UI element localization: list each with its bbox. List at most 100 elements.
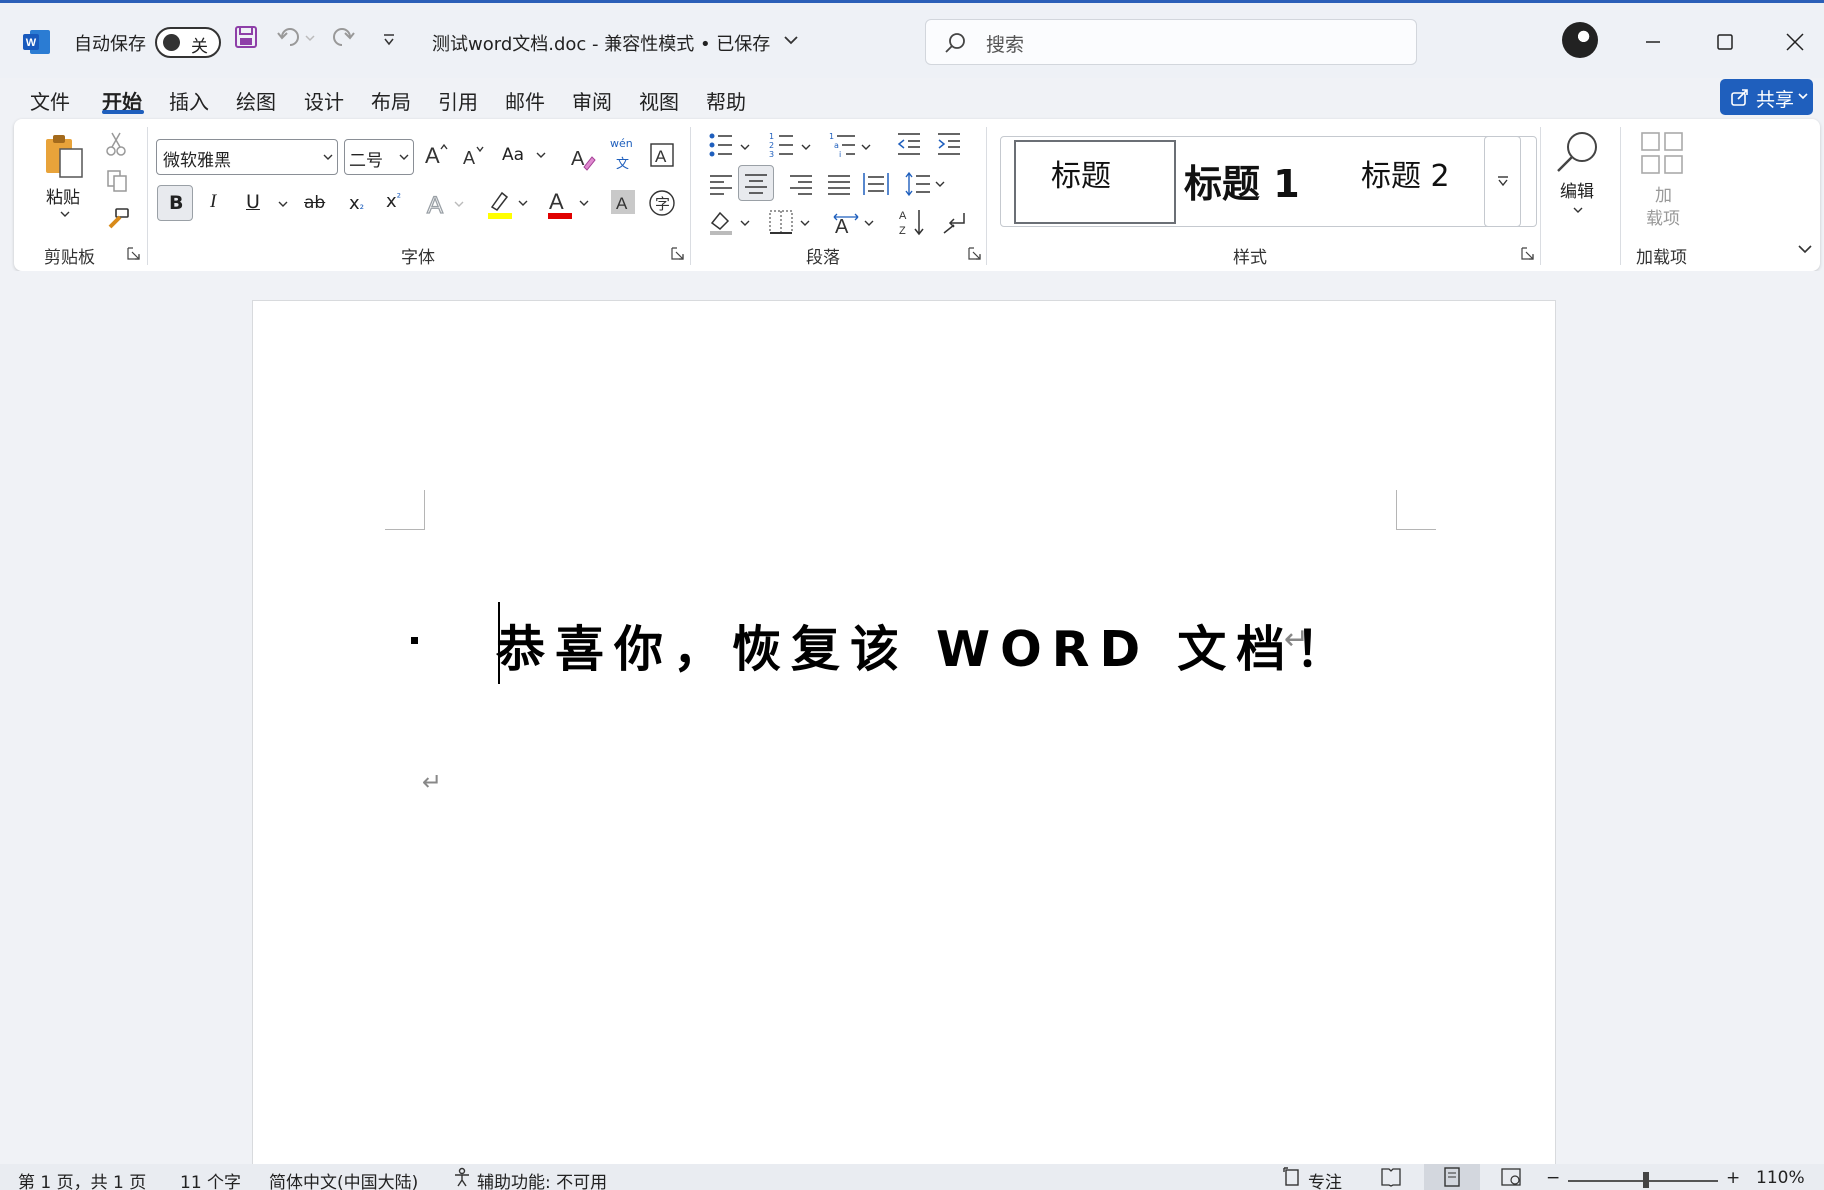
sort-icon[interactable]: AZ (898, 207, 928, 237)
font-size-value: 二号 (349, 151, 383, 171)
change-case-label[interactable]: Aa (502, 145, 524, 165)
tab-mailings[interactable]: 邮件 (505, 86, 545, 115)
dialog-launcher-icon[interactable] (671, 247, 684, 260)
chevron-down-icon[interactable] (1573, 207, 1583, 214)
tab-references[interactable]: 引用 (438, 86, 478, 115)
paste-label[interactable]: 粘贴 (46, 183, 80, 208)
line-spacing-icon[interactable] (904, 171, 948, 197)
bullets-icon[interactable] (708, 131, 754, 159)
addins-label-2[interactable]: 载项 (1646, 204, 1680, 229)
increase-indent-icon[interactable] (936, 131, 962, 157)
style-heading-2[interactable]: 标题 2 (1361, 151, 1450, 195)
addins-label-1[interactable]: 加 (1655, 181, 1672, 206)
font-color-icon[interactable]: A (547, 187, 591, 221)
paste-icon[interactable] (42, 131, 86, 181)
tab-view[interactable]: 视图 (639, 86, 679, 115)
dialog-launcher-icon[interactable] (968, 247, 981, 260)
shading-icon[interactable] (708, 209, 754, 237)
svg-text:字: 字 (655, 195, 670, 213)
search-input[interactable]: 搜索 (925, 19, 1417, 65)
chevron-down-icon[interactable] (60, 211, 70, 218)
decrease-indent-icon[interactable] (896, 131, 922, 157)
align-center-button[interactable] (738, 165, 774, 201)
highlight-color-icon[interactable] (486, 187, 530, 221)
character-border-icon[interactable]: A (650, 143, 674, 167)
tab-insert[interactable]: 插入 (169, 86, 209, 115)
align-right-icon[interactable] (788, 171, 814, 197)
page-count[interactable]: 第 1 页，共 1 页 (18, 1168, 146, 1190)
character-shading-icon[interactable]: A (610, 189, 636, 215)
focus-mode[interactable]: 专注 (1308, 1168, 1342, 1190)
distributed-icon[interactable] (862, 171, 890, 197)
share-button[interactable]: 共享 (1720, 79, 1813, 115)
cut-icon[interactable] (106, 131, 126, 157)
web-layout-icon[interactable] (1500, 1167, 1522, 1187)
styles-more-button[interactable] (1484, 136, 1521, 227)
copy-icon[interactable] (106, 169, 128, 193)
asian-layout-icon[interactable]: A (832, 209, 878, 237)
document-heading[interactable]: 恭喜你，恢复该 WORD 文档！ (496, 610, 1354, 681)
redo-icon[interactable] (332, 25, 358, 51)
autosave-toggle[interactable]: 关 (155, 27, 221, 58)
undo-icon[interactable] (276, 25, 316, 51)
numbering-icon[interactable]: 123 (769, 131, 815, 159)
customize-toolbar-icon[interactable] (382, 33, 396, 47)
dialog-launcher-icon[interactable] (1521, 247, 1534, 260)
align-left-icon[interactable] (708, 171, 734, 197)
find-icon[interactable] (1554, 129, 1600, 175)
chevron-down-icon[interactable] (784, 35, 798, 45)
zoom-out-icon[interactable]: − (1546, 1168, 1560, 1188)
svg-text:2: 2 (769, 141, 774, 150)
avatar[interactable] (1562, 22, 1598, 58)
addins-icon[interactable] (1640, 131, 1684, 175)
bold-button[interactable]: B (157, 185, 193, 221)
show-marks-icon[interactable] (942, 211, 968, 235)
chevron-down-icon[interactable] (536, 152, 546, 159)
read-mode-icon[interactable] (1380, 1167, 1402, 1187)
multilevel-list-icon[interactable]: 1ai (829, 131, 875, 159)
enclose-characters-icon[interactable]: 字 (648, 189, 676, 217)
close-icon[interactable] (1782, 29, 1808, 55)
font-size-select[interactable]: 二号 (344, 139, 414, 175)
style-heading-1[interactable]: 标题 1 (1184, 153, 1300, 208)
underline-button[interactable]: U (246, 191, 260, 213)
zoom-level[interactable]: 110% (1756, 1168, 1805, 1188)
word-count[interactable]: 11 个字 (180, 1168, 241, 1190)
pinyin-guide-top[interactable]: wén (610, 137, 633, 150)
editing-label[interactable]: 编辑 (1560, 177, 1594, 202)
clear-formatting-icon[interactable]: A (570, 143, 596, 171)
borders-icon[interactable] (768, 209, 814, 237)
svg-text:A: A (899, 210, 907, 222)
strikethrough-button[interactable]: ab (304, 193, 325, 213)
language-indicator[interactable]: 简体中文(中国大陆) (269, 1168, 418, 1190)
tab-review[interactable]: 审阅 (572, 86, 612, 115)
shrink-font-icon[interactable]: A (462, 143, 488, 167)
document-page[interactable] (252, 300, 1556, 1170)
toggle-knob (163, 34, 180, 51)
justify-icon[interactable] (826, 171, 852, 197)
accessibility-status[interactable]: 辅助功能: 不可用 (477, 1168, 607, 1190)
grow-font-icon[interactable]: A (424, 141, 450, 167)
print-layout-button[interactable] (1424, 1164, 1480, 1190)
italic-button[interactable]: I (210, 191, 216, 213)
superscript-button[interactable]: x² (386, 191, 401, 212)
tab-layout[interactable]: 布局 (371, 86, 411, 115)
subscript-button[interactable]: x₂ (349, 193, 364, 214)
document-title[interactable]: 测试word文档.doc - 兼容性模式 • 已保存 (432, 30, 770, 56)
tab-draw[interactable]: 绘图 (236, 86, 276, 115)
collapse-ribbon-icon[interactable] (1798, 245, 1812, 254)
maximize-icon[interactable] (1712, 29, 1738, 55)
minimize-icon[interactable] (1640, 29, 1666, 55)
format-painter-icon[interactable] (106, 207, 130, 231)
pinyin-guide-char[interactable]: 文 (616, 153, 629, 172)
zoom-in-icon[interactable]: + (1726, 1168, 1740, 1188)
dialog-launcher-icon[interactable] (127, 247, 140, 260)
tab-design[interactable]: 设计 (304, 86, 344, 115)
font-name-select[interactable]: 微软雅黑 (156, 139, 338, 175)
save-icon[interactable] (234, 25, 258, 49)
chevron-down-icon[interactable] (278, 201, 288, 208)
zoom-slider-thumb[interactable] (1643, 1172, 1649, 1188)
tab-file[interactable]: 文件 (30, 86, 70, 115)
text-effects-icon[interactable]: A (426, 189, 466, 219)
tab-help[interactable]: 帮助 (706, 86, 746, 115)
